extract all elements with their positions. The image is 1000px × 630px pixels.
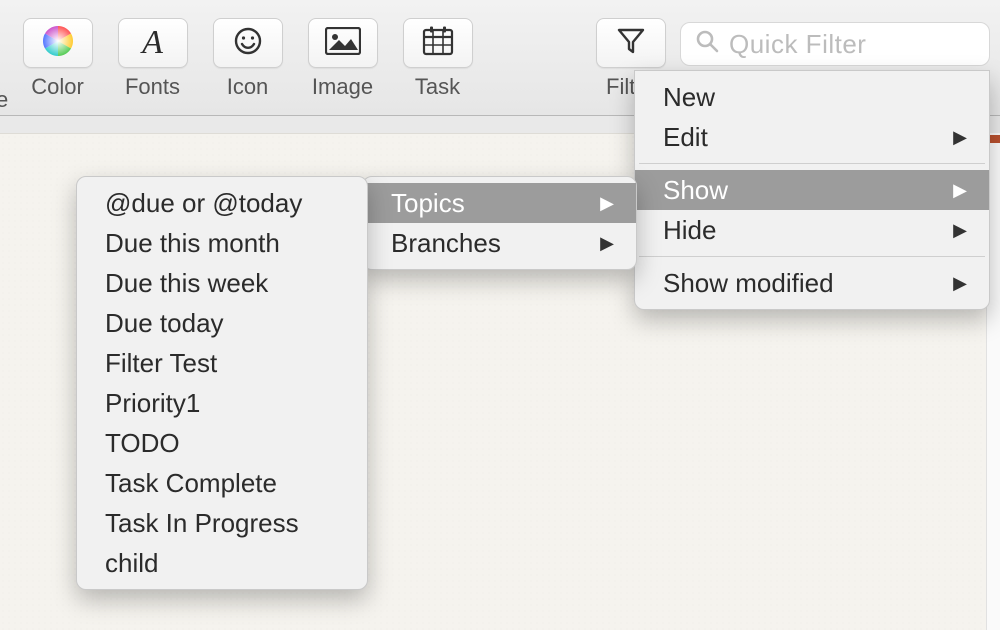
filter-menu-item-show[interactable]: Show ▶ [635, 170, 989, 210]
quick-filter-field[interactable]: Quick Filter [680, 22, 990, 66]
menu-item-label: Show modified [663, 268, 834, 299]
topics-menu-item-filter-test[interactable]: Filter Test [77, 343, 367, 383]
funnel-icon [616, 26, 646, 61]
color-button[interactable] [23, 18, 93, 68]
icon-label: Icon [227, 74, 269, 100]
fonts-icon: A [142, 24, 163, 62]
topics-menu-item-todo[interactable]: TODO [77, 423, 367, 463]
submenu-arrow-icon: ▶ [953, 220, 967, 241]
calendar-icon [422, 26, 454, 61]
topics-menu-item-due-this-week[interactable]: Due this week [77, 263, 367, 303]
icon-button[interactable] [213, 18, 283, 68]
menu-item-label: Show [663, 175, 728, 206]
menu-item-label: Topics [391, 188, 465, 219]
menu-item-label: Edit [663, 122, 708, 153]
topics-submenu[interactable]: @due or @today Due this month Due this wee… [76, 176, 368, 590]
topics-menu-item-due-today[interactable]: Due today [77, 303, 367, 343]
filter-menu-separator [639, 256, 985, 257]
menu-item-label: Due this month [105, 228, 280, 259]
filter-menu-item-new[interactable]: New [635, 77, 989, 117]
image-icon [325, 27, 361, 60]
color-wheel-icon [41, 24, 75, 63]
menu-item-label: Hide [663, 215, 716, 246]
filter-menu-item-edit[interactable]: Edit ▶ [635, 117, 989, 157]
topics-menu-item-child[interactable]: child [77, 543, 367, 583]
quick-filter-placeholder: Quick Filter [729, 29, 866, 60]
topics-menu-item-priority1[interactable]: Priority1 [77, 383, 367, 423]
topics-menu-item-due-or-today[interactable]: @due or @today [77, 183, 367, 223]
show-submenu[interactable]: Topics ▶ Branches ▶ [362, 176, 637, 270]
menu-item-label: Filter Test [105, 348, 217, 379]
menu-item-label: Branches [391, 228, 501, 259]
toolbar-item-icon[interactable]: Icon [200, 18, 295, 100]
menu-item-label: Task Complete [105, 468, 277, 499]
menu-item-label: Priority1 [105, 388, 200, 419]
filter-menu-separator [639, 163, 985, 164]
menu-item-label: Task In Progress [105, 508, 299, 539]
topics-menu-item-task-in-progress[interactable]: Task In Progress [77, 503, 367, 543]
topics-menu-item-due-this-month[interactable]: Due this month [77, 223, 367, 263]
submenu-arrow-icon: ▶ [953, 273, 967, 294]
menu-item-label: New [663, 82, 715, 113]
toolbar-item-image[interactable]: Image [295, 18, 390, 100]
show-menu-item-branches[interactable]: Branches ▶ [363, 223, 636, 263]
fonts-label: Fonts [125, 74, 180, 100]
menu-item-label: TODO [105, 428, 180, 459]
task-label: Task [415, 74, 460, 100]
topics-menu-item-task-complete[interactable]: Task Complete [77, 463, 367, 503]
menu-item-label: @due or @today [105, 188, 302, 219]
show-menu-item-topics[interactable]: Topics ▶ [363, 183, 636, 223]
toolbar-item-color[interactable]: Color [10, 18, 105, 100]
submenu-arrow-icon: ▶ [953, 127, 967, 148]
submenu-arrow-icon: ▶ [953, 180, 967, 201]
task-button[interactable] [403, 18, 473, 68]
toolbar-item-fonts[interactable]: A Fonts [105, 18, 200, 100]
toolbar-item-task[interactable]: Task [390, 18, 485, 100]
submenu-arrow-icon: ▶ [600, 233, 614, 254]
menu-item-label: Due today [105, 308, 224, 339]
menu-item-label: Due this week [105, 268, 268, 299]
smiley-icon [232, 25, 264, 62]
menu-item-label: child [105, 548, 158, 579]
filter-context-menu[interactable]: New Edit ▶ Show ▶ Hide ▶ Show modified ▶ [634, 70, 990, 310]
image-label: Image [312, 74, 373, 100]
filter-menu-item-hide[interactable]: Hide ▶ [635, 210, 989, 250]
color-label: Color [31, 74, 84, 100]
filter-button[interactable] [596, 18, 666, 68]
truncated-label: e [0, 87, 8, 113]
search-icon [695, 29, 719, 60]
filter-menu-item-show-modified[interactable]: Show modified ▶ [635, 263, 989, 303]
image-button[interactable] [308, 18, 378, 68]
fonts-button[interactable]: A [118, 18, 188, 68]
submenu-arrow-icon: ▶ [600, 193, 614, 214]
